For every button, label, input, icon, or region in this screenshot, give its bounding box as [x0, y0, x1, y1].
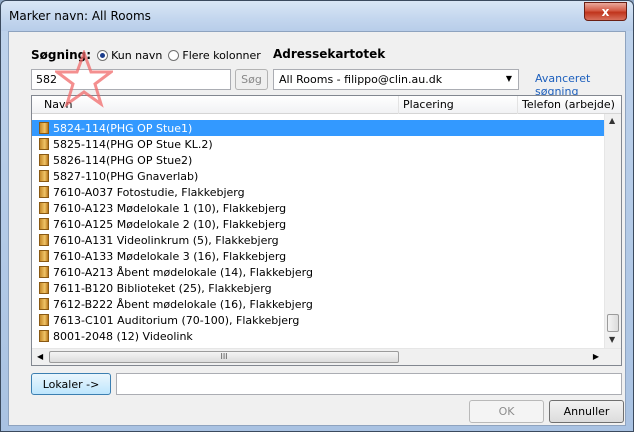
list-rows: 5824-114(PHG OP Stue1) 5825-114(PHG OP St… [32, 120, 605, 346]
room-icon [39, 138, 49, 150]
room-icon [39, 154, 49, 166]
list-item-label: 5827-110(PHG Gnaverlab) [53, 169, 199, 183]
room-icon [39, 202, 49, 214]
results-list[interactable]: Navn Placering Telefon (arbejde) 5824-11… [31, 95, 622, 366]
radio-name-only-label[interactable]: Kun navn [111, 49, 162, 62]
list-item[interactable]: 5825-114(PHG OP Stue KL.2) [32, 136, 605, 152]
vertical-scrollbar[interactable]: ▲ ▼ [604, 114, 621, 348]
list-item[interactable]: 7610-A213 Åbent mødelokale (14), Flakkeb… [32, 264, 605, 280]
dialog-body: Søgning: Kun navn Flere kolonner Adresse… [8, 31, 626, 426]
list-item[interactable]: 7610-A123 Mødelokale 1 (10), Flakkebjerg [32, 200, 605, 216]
scroll-thumb-horizontal[interactable]: III [49, 351, 399, 363]
room-icon [39, 250, 49, 262]
list-item-label: 7610-A213 Åbent mødelokale (14), Flakkeb… [53, 265, 313, 279]
column-header-location[interactable]: Placering [403, 98, 454, 111]
list-item-label: 7610-A131 Videolinkrum (5), Flakkebjerg [53, 233, 279, 247]
list-item-label: 7611-B120 Biblioteket (25), Flakkebjerg [53, 281, 272, 295]
horizontal-scrollbar[interactable]: ◀ III ▶ [32, 348, 621, 365]
addressbook-select[interactable]: All Rooms - filippo@clin.au.dk ▼ [273, 69, 519, 90]
scroll-right-icon[interactable]: ▶ [593, 352, 599, 361]
room-icon [39, 218, 49, 230]
list-item-label: 7610-A123 Mødelokale 1 (10), Flakkebjerg [53, 201, 287, 215]
column-separator [517, 96, 518, 114]
list-item-label: 5825-114(PHG OP Stue KL.2) [53, 137, 213, 151]
search-button[interactable]: Søg [235, 69, 268, 90]
list-item[interactable]: 7610-A133 Mødelokale 3 (16), Flakkebjerg [32, 248, 605, 264]
dialog-window: Marker navn: All Rooms x Søgning: Kun na… [0, 0, 634, 432]
radio-more-columns-label[interactable]: Flere kolonner [182, 49, 260, 62]
scroll-down-icon[interactable]: ▼ [609, 335, 615, 344]
scroll-up-icon[interactable]: ▲ [609, 116, 615, 125]
list-item-label: 8001-2105 (20) Videolink [53, 346, 193, 347]
list-item[interactable]: 8001-2048 (12) Videolink [32, 328, 605, 344]
scroll-left-icon[interactable]: ◀ [37, 352, 43, 361]
list-item-label: 7612-B222 Åbent mødelokale (16), Flakkeb… [53, 297, 313, 311]
list-item[interactable]: 5827-110(PHG Gnaverlab) [32, 168, 605, 184]
close-button[interactable]: x [584, 2, 627, 21]
room-icon [39, 282, 49, 294]
addressbook-label: Adressekartotek [273, 47, 386, 61]
star-annotation-icon [55, 50, 113, 108]
room-icon [39, 330, 49, 342]
room-icon [39, 314, 49, 326]
addressbook-selected: All Rooms - filippo@clin.au.dk [279, 73, 443, 86]
list-item[interactable]: 7610-A131 Videolinkrum (5), Flakkebjerg [32, 232, 605, 248]
list-item-label: 7610-A133 Mødelokale 3 (16), Flakkebjerg [53, 249, 287, 263]
list-item[interactable]: 7612-B222 Åbent mødelokale (16), Flakkeb… [32, 296, 605, 312]
list-item[interactable]: 5826-114(PHG OP Stue2) [32, 152, 605, 168]
window-title: Marker navn: All Rooms [9, 9, 151, 23]
room-icon [39, 122, 49, 134]
list-item[interactable]: 7610-A125 Mødelokale 2 (10), Flakkebjerg [32, 216, 605, 232]
radio-more-columns[interactable] [168, 49, 180, 61]
room-icon [39, 298, 49, 310]
room-icon [39, 186, 49, 198]
cancel-button[interactable]: Annuller [549, 400, 624, 423]
chevron-down-icon[interactable]: ▼ [506, 74, 512, 83]
list-item[interactable]: 7613-C101 Auditorium (70-100), Flakkebje… [32, 312, 605, 328]
room-icon [39, 266, 49, 278]
selected-rooms-input[interactable] [116, 373, 622, 395]
title-bar[interactable]: Marker navn: All Rooms x [1, 1, 633, 31]
list-header: Navn Placering Telefon (arbejde) [32, 96, 621, 114]
column-separator [398, 96, 399, 114]
list-item-label: 7610-A125 Mødelokale 2 (10), Flakkebjerg [53, 217, 287, 231]
list-item-label: 7613-C101 Auditorium (70-100), Flakkebje… [53, 313, 300, 327]
list-item[interactable]: 7610-A037 Fotostudie, Flakkebjerg [32, 184, 605, 200]
scroll-thumb[interactable] [607, 314, 619, 332]
column-header-phone[interactable]: Telefon (arbejde) [522, 98, 615, 111]
list-item-label: 5826-114(PHG OP Stue2) [53, 153, 193, 167]
list-item-label: 5824-114(PHG OP Stue1) [53, 121, 193, 135]
list-item[interactable]: 7611-B120 Biblioteket (25), Flakkebjerg [32, 280, 605, 296]
list-item-label: 7610-A037 Fotostudie, Flakkebjerg [53, 185, 245, 199]
lokaler-button[interactable]: Lokaler -> [31, 373, 111, 395]
list-item-label: 8001-2048 (12) Videolink [53, 329, 193, 343]
list-item[interactable]: 8001-2105 (20) Videolink [32, 344, 605, 347]
list-item[interactable]: 5824-114(PHG OP Stue1) [32, 120, 605, 136]
ok-button[interactable]: OK [469, 400, 544, 423]
room-icon [39, 234, 49, 246]
room-icon [39, 170, 49, 182]
